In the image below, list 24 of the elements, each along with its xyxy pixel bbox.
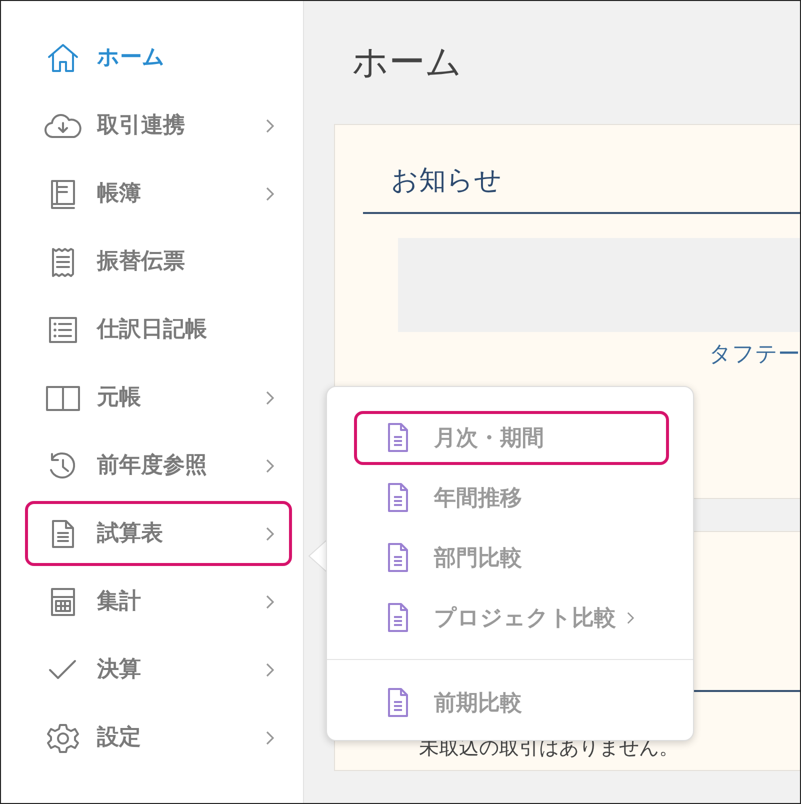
sidebar-item[interactable]: 集計 xyxy=(25,569,292,634)
sidebar-item[interactable]: 振替伝票 xyxy=(25,229,292,294)
document-icon xyxy=(386,422,410,454)
notice-link[interactable]: タフテー xyxy=(709,338,800,371)
sidebar-item[interactable]: 元帳 xyxy=(25,365,292,430)
submenu-item[interactable]: 月次・期間 xyxy=(354,411,669,465)
page-title: ホーム xyxy=(352,41,463,84)
sidebar-item[interactable]: 前年度参照 xyxy=(25,433,292,498)
sidebar-item[interactable]: ホーム xyxy=(25,25,292,90)
submenu-item[interactable]: プロジェクト比較 xyxy=(354,591,669,645)
sidebar-item[interactable]: 設定 xyxy=(25,705,292,770)
document-icon xyxy=(386,687,410,719)
submenu-item[interactable]: 前期比較 xyxy=(354,676,669,730)
sidebar-item[interactable]: 取引連携 xyxy=(25,93,292,158)
submenu-item[interactable]: 部門比較 xyxy=(354,531,669,585)
sidebar-item[interactable]: 帳簿 xyxy=(25,161,292,226)
card-title: お知らせ xyxy=(363,165,800,214)
document-icon xyxy=(386,482,410,514)
document-icon xyxy=(386,542,410,574)
sidebar-item[interactable]: 試算表 xyxy=(25,501,292,566)
sidebar-item[interactable]: 決算 xyxy=(25,637,292,702)
document-icon xyxy=(386,602,410,634)
sidebar-item[interactable]: 仕訳日記帳 xyxy=(25,297,292,362)
submenu-item[interactable]: 年間推移 xyxy=(354,471,669,525)
